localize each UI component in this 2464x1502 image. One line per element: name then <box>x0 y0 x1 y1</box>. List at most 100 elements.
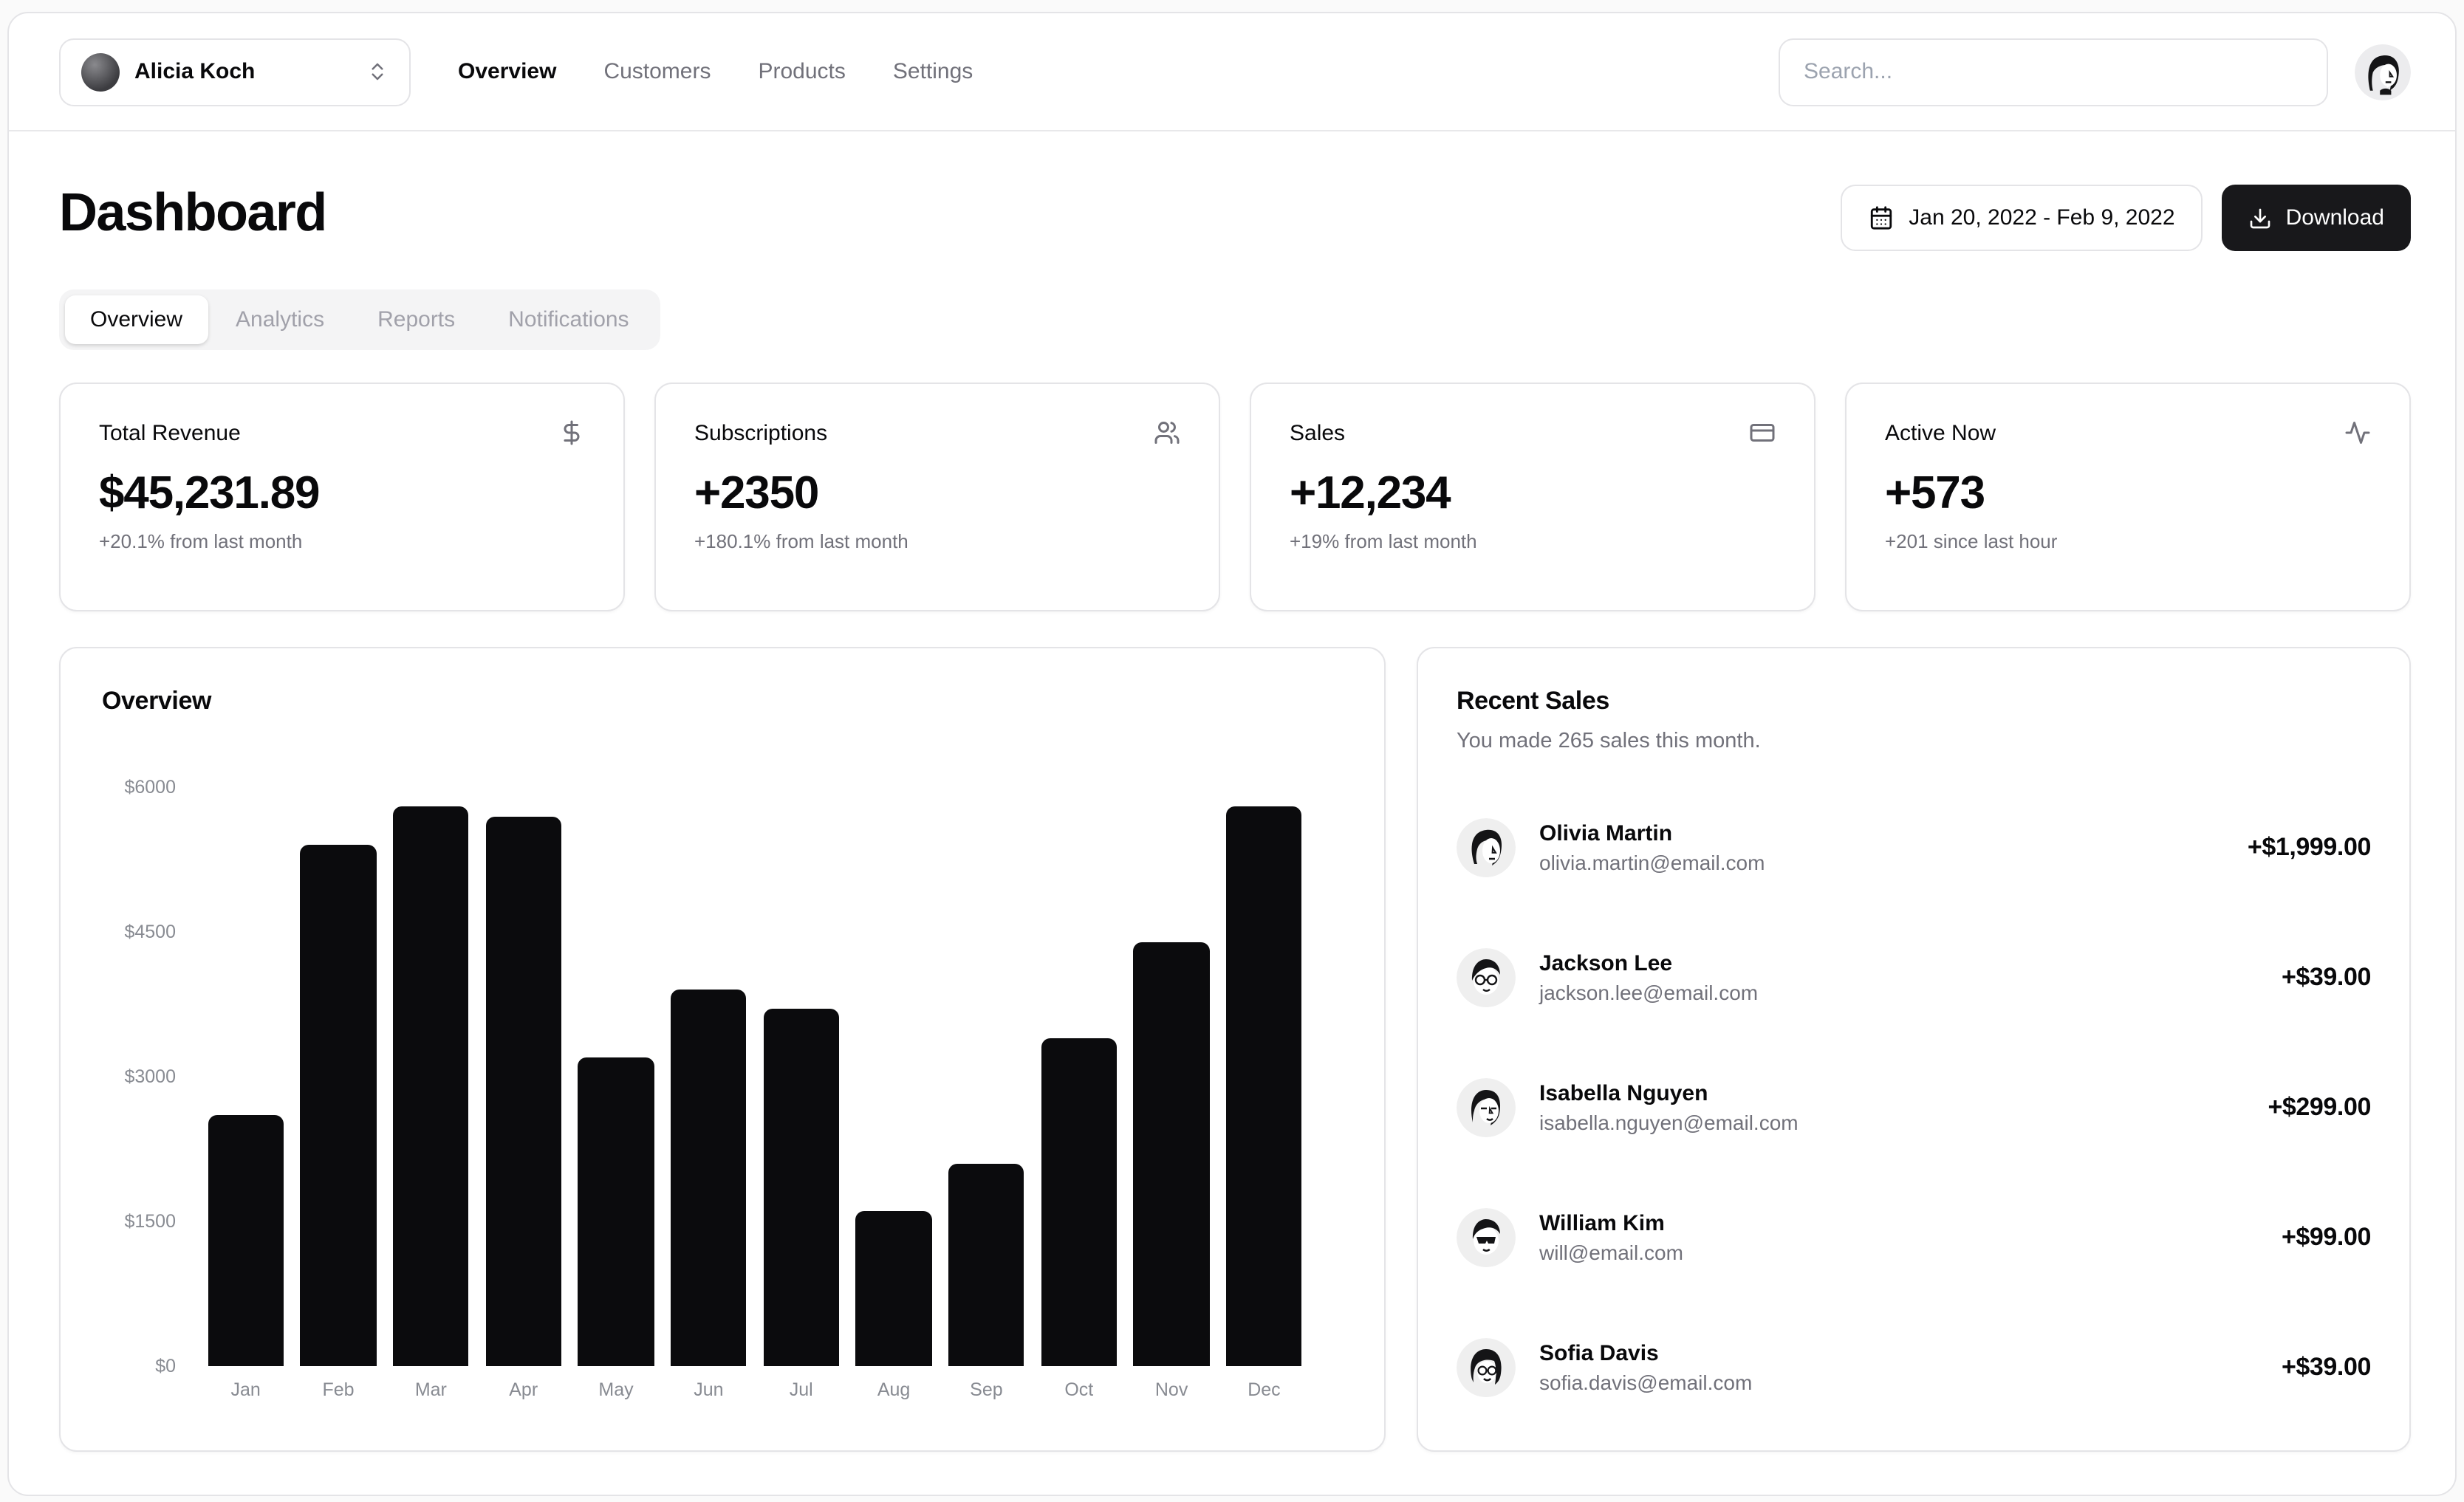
chart-bar-sep <box>948 1164 1024 1366</box>
y-tick-label: $1500 <box>124 1211 176 1232</box>
tab-analytics[interactable]: Analytics <box>211 295 349 344</box>
chart-bar-jun <box>671 990 747 1366</box>
date-range-label: Jan 20, 2022 - Feb 9, 2022 <box>1909 205 2174 230</box>
sale-row: William Kim will@email.com +$99.00 <box>1457 1202 2374 1273</box>
team-name: Alicia Koch <box>134 59 352 84</box>
sale-email: isabella.nguyen@email.com <box>1539 1111 1799 1134</box>
chart-bar-oct <box>1041 1038 1117 1366</box>
y-tick-label: $6000 <box>124 777 176 798</box>
chart-bar-jan <box>208 1115 284 1366</box>
chart-title: Overview <box>102 687 1343 716</box>
chart-bar-may <box>578 1057 654 1366</box>
nav-item-overview[interactable]: Overview <box>458 59 556 84</box>
avatar-william-kim <box>1457 1208 1516 1267</box>
stat-change: +180.1% from last month <box>694 530 1180 552</box>
dollar-sign-icon <box>558 419 585 446</box>
nav-item-settings[interactable]: Settings <box>893 59 973 84</box>
download-icon <box>2249 206 2273 230</box>
chart-bar-jul <box>763 1009 839 1366</box>
tab-overview[interactable]: Overview <box>65 295 208 344</box>
recent-sales-title: Recent Sales <box>1457 687 2374 716</box>
recent-sales-card: Recent Sales You made 265 sales this mon… <box>1417 647 2411 1452</box>
download-button[interactable]: Download <box>2222 185 2411 251</box>
team-switcher[interactable]: Alicia Koch <box>59 38 411 106</box>
stat-card-sales: Sales +12,234 +19% from last month <box>1250 383 1816 611</box>
download-label: Download <box>2286 205 2384 230</box>
stat-value: +12,234 <box>1290 467 1776 520</box>
bar-chart: $6000 $4500 $3000 $1500 $0 <box>102 787 1343 1400</box>
avatar-olivia-martin <box>1457 818 1516 877</box>
x-tick-label: Sep <box>940 1379 1033 1400</box>
dashboard-tabs: Overview Analytics Reports Notifications <box>59 289 660 350</box>
user-avatar[interactable] <box>2355 44 2411 100</box>
page-controls: Jan 20, 2022 - Feb 9, 2022 Download <box>1841 185 2411 251</box>
chart-y-axis: $6000 $4500 $3000 $1500 $0 <box>102 787 176 1366</box>
sale-amount: +$39.00 <box>2282 963 2374 992</box>
x-tick-label: Jun <box>663 1379 755 1400</box>
sale-name: Isabella Nguyen <box>1539 1081 1799 1106</box>
sale-email: olivia.martin@email.com <box>1539 851 1765 874</box>
sale-row: Olivia Martin olivia.martin@email.com +$… <box>1457 812 2374 883</box>
nav-item-customers[interactable]: Customers <box>603 59 711 84</box>
x-tick-label: Jul <box>755 1379 847 1400</box>
activity-icon <box>2344 419 2371 446</box>
stat-title: Sales <box>1290 420 1345 445</box>
chart-plot-area <box>199 787 1310 1366</box>
dashboard-page: Dashboard Jan 20, 2022 - Feb 9, 2022 Dow… <box>9 131 2455 1452</box>
recent-sales-list: Olivia Martin olivia.martin@email.com +$… <box>1457 812 2374 1403</box>
stat-value: +573 <box>1885 467 2371 520</box>
sale-name: Olivia Martin <box>1539 821 1765 846</box>
stat-title: Active Now <box>1885 420 1996 445</box>
x-tick-label: Feb <box>292 1379 384 1400</box>
search-input[interactable] <box>1779 38 2328 106</box>
stat-value: $45,231.89 <box>99 467 585 520</box>
sale-email: jackson.lee@email.com <box>1539 981 1758 1004</box>
x-tick-label: Jan <box>199 1379 292 1400</box>
x-tick-label: Mar <box>385 1379 477 1400</box>
stat-card-subscriptions: Subscriptions +2350 +180.1% from last mo… <box>654 383 1220 611</box>
x-tick-label: Aug <box>847 1379 940 1400</box>
sale-name: Jackson Lee <box>1539 951 1758 976</box>
chart-x-axis: Jan Feb Mar Apr May Jun Jul Aug Sep Oct <box>199 1379 1310 1400</box>
sale-amount: +$99.00 <box>2282 1223 2374 1252</box>
tab-notifications[interactable]: Notifications <box>483 295 654 344</box>
sale-row: Isabella Nguyen isabella.nguyen@email.co… <box>1457 1072 2374 1143</box>
x-tick-label: Oct <box>1033 1379 1125 1400</box>
team-avatar <box>81 52 120 91</box>
stat-change: +201 since last hour <box>1885 530 2371 552</box>
app-window: Alicia Koch Overview Customers Products … <box>7 12 2457 1496</box>
users-icon <box>1154 419 1180 446</box>
sale-name: William Kim <box>1539 1211 1683 1236</box>
avatar-sofia-davis <box>1457 1338 1516 1397</box>
recent-sales-subtitle: You made 265 sales this month. <box>1457 730 2374 753</box>
sale-row: Sofia Davis sofia.davis@email.com +$39.0… <box>1457 1332 2374 1403</box>
x-tick-label: Apr <box>477 1379 569 1400</box>
tab-reports[interactable]: Reports <box>352 295 480 344</box>
date-range-picker[interactable]: Jan 20, 2022 - Feb 9, 2022 <box>1841 185 2203 251</box>
y-tick-label: $4500 <box>124 922 176 942</box>
x-tick-label: May <box>569 1379 662 1400</box>
avatar-jackson-lee <box>1457 948 1516 1007</box>
avatar-isabella-nguyen <box>1457 1078 1516 1137</box>
chart-bar-apr <box>485 816 561 1366</box>
credit-card-icon <box>1749 419 1776 446</box>
chart-bar-mar <box>393 806 469 1366</box>
stat-title: Total Revenue <box>99 420 241 445</box>
nav-item-products[interactable]: Products <box>759 59 846 84</box>
chart-bar-aug <box>856 1212 932 1366</box>
sale-name: Sofia Davis <box>1539 1341 1752 1366</box>
stat-card-active-now: Active Now +573 +201 since last hour <box>1845 383 2411 611</box>
page-title: Dashboard <box>59 182 1841 244</box>
stat-value: +2350 <box>694 467 1180 520</box>
main-nav: Overview Customers Products Settings <box>458 59 973 84</box>
sale-email: will@email.com <box>1539 1241 1683 1264</box>
sale-row: Jackson Lee jackson.lee@email.com +$39.0… <box>1457 942 2374 1013</box>
stat-change: +20.1% from last month <box>99 530 585 552</box>
stat-title: Subscriptions <box>694 420 827 445</box>
x-tick-label: Nov <box>1125 1379 1217 1400</box>
chevrons-up-down-icon <box>366 61 389 83</box>
overview-chart-card: Overview $6000 $4500 $3000 $1500 $0 <box>59 647 1386 1452</box>
y-tick-label: $3000 <box>124 1066 176 1087</box>
stat-card-total-revenue: Total Revenue $45,231.89 +20.1% from las… <box>59 383 625 611</box>
stat-change: +19% from last month <box>1290 530 1776 552</box>
